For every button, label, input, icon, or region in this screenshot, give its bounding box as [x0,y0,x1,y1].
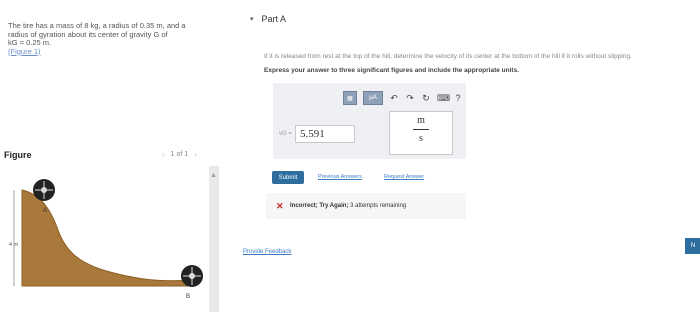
hill-shape [21,189,195,287]
figure-counter: 1 of 1 [170,151,189,158]
request-answer-link[interactable]: Request Answer [384,174,424,180]
answer-variable: vG = [279,131,292,137]
part-header[interactable]: ▾ Part A [250,14,286,24]
answer-area: ▦ μA ↶ ↷ ↻ ⌨ ? vG = 5.591 m s [273,83,466,159]
hill-tire-figure: 4 m A B [9,179,203,300]
feedback-status: Incorrect; Try Again; [290,203,349,209]
height-label: 4 m [9,242,19,248]
unit-input[interactable]: m s [389,111,453,155]
instruction-text: Express your answer to three significant… [264,67,519,74]
part-title: Part A [261,14,287,24]
reset-icon[interactable]: ↻ [421,93,431,104]
tire-top [33,179,55,201]
tire-bottom [181,265,203,287]
template-icon[interactable]: ▦ [343,91,357,105]
problem-panel: The tire has a mass of 8 kg, a radius of… [0,0,219,312]
feedback-attempts: 3 attempts remaining [350,203,407,209]
caret-down-icon[interactable]: ▾ [250,15,254,23]
undo-icon[interactable]: ↶ [389,93,399,104]
figure-link[interactable]: (Figure 1) [8,47,41,56]
help-icon[interactable]: ? [453,93,463,103]
previous-answers-link[interactable]: Previous Answers [318,174,362,180]
problem-statement: The tire has a mass of 8 kg, a radius of… [8,21,208,56]
feedback-message: ✕ Incorrect; Try Again; 3 attempts remai… [266,193,466,219]
fraction-bar [413,129,429,130]
figure-heading: Figure [4,150,32,160]
figure-next-button[interactable]: › [194,150,197,159]
collapse-arrow-icon[interactable]: ▲ [210,172,217,179]
panel-resize-handle[interactable] [209,166,219,312]
provide-feedback-link[interactable]: Provide Feedback [243,249,291,255]
answer-value-input[interactable]: 5.591 [295,125,355,143]
feedback-text: Incorrect; Try Again; 3 attempts remaini… [290,203,406,209]
incorrect-icon: ✕ [276,201,284,211]
submit-button[interactable]: Submit [272,171,304,184]
redo-icon[interactable]: ↷ [405,93,415,104]
next-button[interactable]: N [685,238,700,254]
point-b-label: B [186,294,190,300]
figure-pagination: ‹ 1 of 1 › [162,150,197,159]
question-text: If it is released from rest at the top o… [264,53,632,60]
part-panel: ▾ Part A If it is released from rest at … [236,0,700,312]
figure-prev-button[interactable]: ‹ [162,150,165,159]
keyboard-icon[interactable]: ⌨ [437,93,450,104]
math-toolbar: ▦ μA ↶ ↷ ↻ ⌨ ? [343,91,463,105]
unit-numerator: m [417,115,425,126]
unit-denominator: s [419,133,423,144]
units-button[interactable]: μA [363,91,383,105]
point-a-label: A [43,208,47,214]
